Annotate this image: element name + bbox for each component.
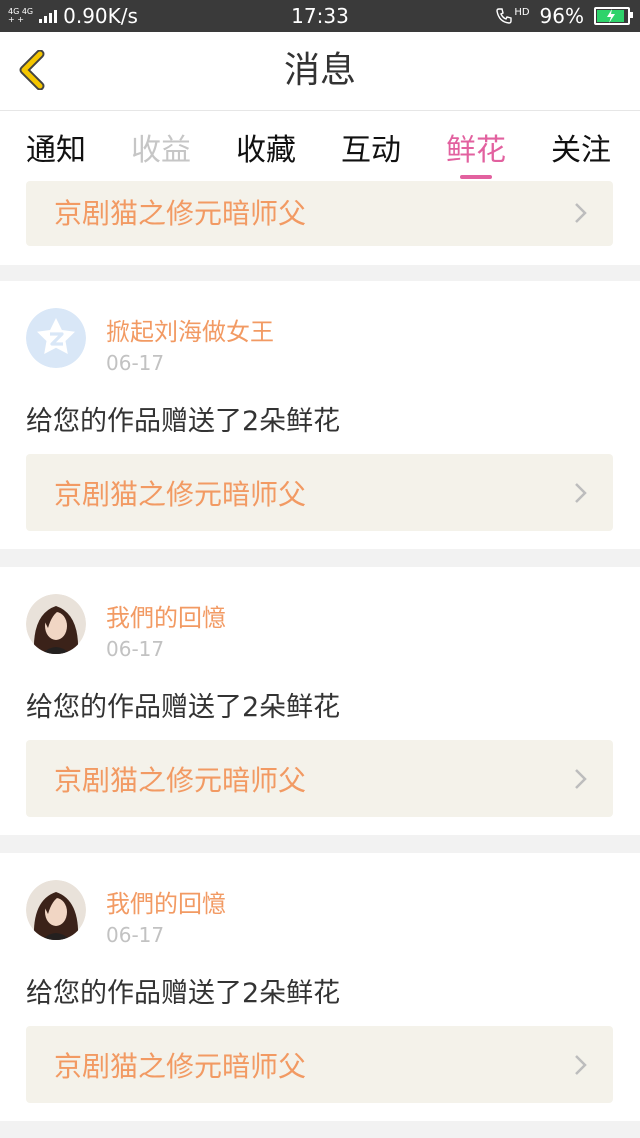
charging-bolt-icon <box>607 9 615 23</box>
page-title: 消息 <box>283 50 356 91</box>
work-title: 京剧猫之修元暗师父 <box>54 478 307 511</box>
work-title: 京剧猫之修元暗师父 <box>54 197 307 230</box>
battery-percent: 96% <box>539 4 584 28</box>
timestamp: 06-17 <box>106 923 165 947</box>
tab-earnings[interactable]: 收益 <box>131 125 191 169</box>
tab-flowers[interactable]: 鲜花 <box>446 125 506 179</box>
work-link[interactable]: 京剧猫之修元暗师父 <box>26 740 613 817</box>
status-bar: 4G 4G + + 0.90K/s 17:33 HD 96% <box>0 0 640 32</box>
avatar[interactable] <box>26 594 86 654</box>
work-link[interactable]: 京剧猫之修元暗师父 <box>26 1026 613 1103</box>
top-navbar: 消息 <box>0 32 640 111</box>
work-link[interactable]: 京剧猫之修元暗师父 <box>26 454 613 531</box>
username[interactable]: 我們的回憶 <box>106 598 226 633</box>
user-photo-avatar-icon <box>26 594 86 654</box>
tab-follows[interactable]: 关注 <box>551 125 611 169</box>
hd-label: HD <box>514 7 530 18</box>
list-item: 京剧猫之修元暗师父 <box>0 181 640 265</box>
chevron-right-icon <box>575 203 587 223</box>
message-list[interactable]: 京剧猫之修元暗师父 掀起刘海做女王 06-17 给您的作品赠送了2朵鲜花 京剧猫… <box>0 181 640 1138</box>
tab-notifications[interactable]: 通知 <box>26 125 86 169</box>
tab-favorites[interactable]: 收藏 <box>236 125 296 169</box>
work-title: 京剧猫之修元暗师父 <box>54 1050 307 1083</box>
message-text: 给您的作品赠送了2朵鲜花 <box>26 692 341 723</box>
username[interactable]: 我們的回憶 <box>106 884 226 919</box>
work-title: 京剧猫之修元暗师父 <box>54 764 307 797</box>
username[interactable]: 掀起刘海做女王 <box>106 312 274 347</box>
list-item: 我們的回憶 06-17 给您的作品赠送了2朵鲜花 京剧猫之修元暗师父 <box>0 853 640 1121</box>
avatar[interactable] <box>26 880 86 940</box>
avatar[interactable] <box>26 308 86 368</box>
tab-interactions[interactable]: 互动 <box>341 125 401 169</box>
timestamp: 06-17 <box>106 637 165 661</box>
chevron-right-icon <box>575 769 587 789</box>
chevron-right-icon <box>575 483 587 503</box>
chevron-right-icon <box>575 1055 587 1075</box>
list-item: 我們的回憶 06-17 给您的作品赠送了2朵鲜花 京剧猫之修元暗师父 <box>0 567 640 835</box>
work-link[interactable]: 京剧猫之修元暗师父 <box>26 181 613 246</box>
status-right: HD 96% <box>495 0 633 32</box>
user-photo-avatar-icon <box>26 880 86 940</box>
message-text: 给您的作品赠送了2朵鲜花 <box>26 978 341 1009</box>
app-default-avatar-icon <box>26 308 86 368</box>
message-text: 给您的作品赠送了2朵鲜花 <box>26 406 341 437</box>
hd-call-icon: HD <box>495 7 530 25</box>
timestamp: 06-17 <box>106 351 165 375</box>
message-tabs: 通知 收益 收藏 互动 鲜花 关注 <box>0 111 640 181</box>
battery-icon <box>594 7 633 25</box>
list-item: 掀起刘海做女王 06-17 给您的作品赠送了2朵鲜花 京剧猫之修元暗师父 <box>0 281 640 549</box>
battery-tip <box>630 12 633 18</box>
